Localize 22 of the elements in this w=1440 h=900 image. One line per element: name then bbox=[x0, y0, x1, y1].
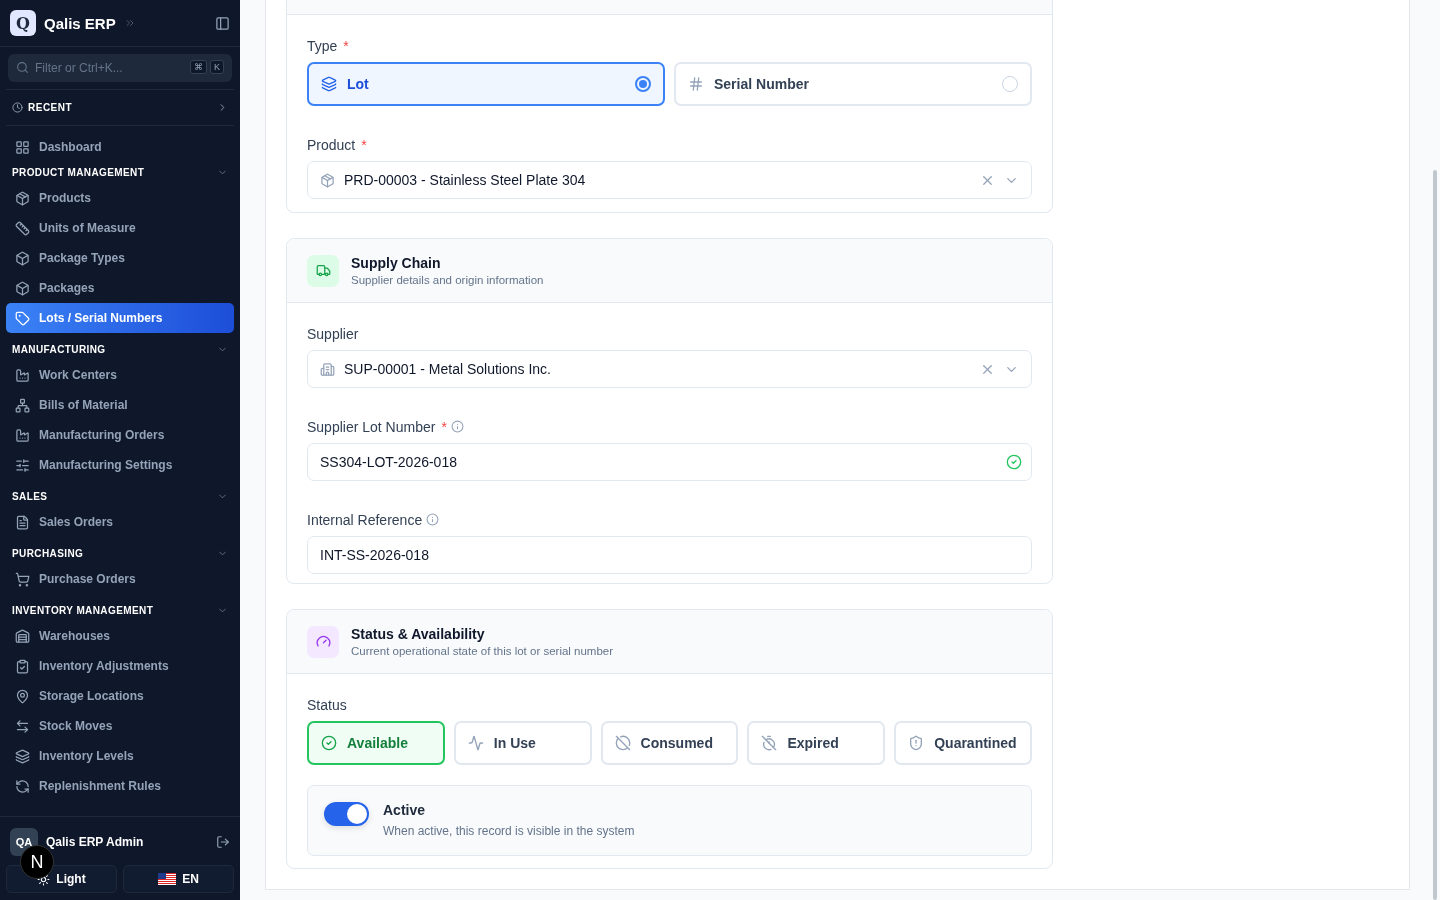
required-mark: * bbox=[343, 37, 349, 54]
field-label: Supplier bbox=[307, 325, 359, 342]
nav-group-title: PRODUCT MANAGEMENT bbox=[12, 167, 145, 178]
nav-group-title: INVENTORY MANAGEMENT bbox=[12, 605, 154, 616]
field-label: Type bbox=[307, 37, 338, 54]
field-label: Product bbox=[307, 136, 356, 153]
logo: Q bbox=[10, 10, 36, 36]
required-mark: * bbox=[441, 418, 447, 435]
card-title: Status & Availability bbox=[351, 626, 486, 643]
toggle-label: Active bbox=[383, 802, 427, 819]
card-subtitle: Current operational state of this lot or serial number bbox=[351, 645, 614, 658]
field-label: Status bbox=[307, 696, 347, 713]
field-label: Internal Reference bbox=[307, 511, 423, 528]
nav-group-title: SALES bbox=[12, 491, 48, 502]
field-label: Supplier Lot Number bbox=[307, 418, 436, 435]
required-mark: * bbox=[361, 136, 367, 153]
toggle-description: When active, this record is visible in the system bbox=[383, 824, 635, 839]
nav-group-title: MANUFACTURING bbox=[12, 344, 106, 355]
card-subtitle: Supplier details and origin information bbox=[351, 274, 544, 287]
nav-group-title: PURCHASING bbox=[12, 548, 84, 559]
card-title: Supply Chain bbox=[351, 255, 442, 272]
brand-name: Qalis ERP bbox=[44, 14, 116, 32]
